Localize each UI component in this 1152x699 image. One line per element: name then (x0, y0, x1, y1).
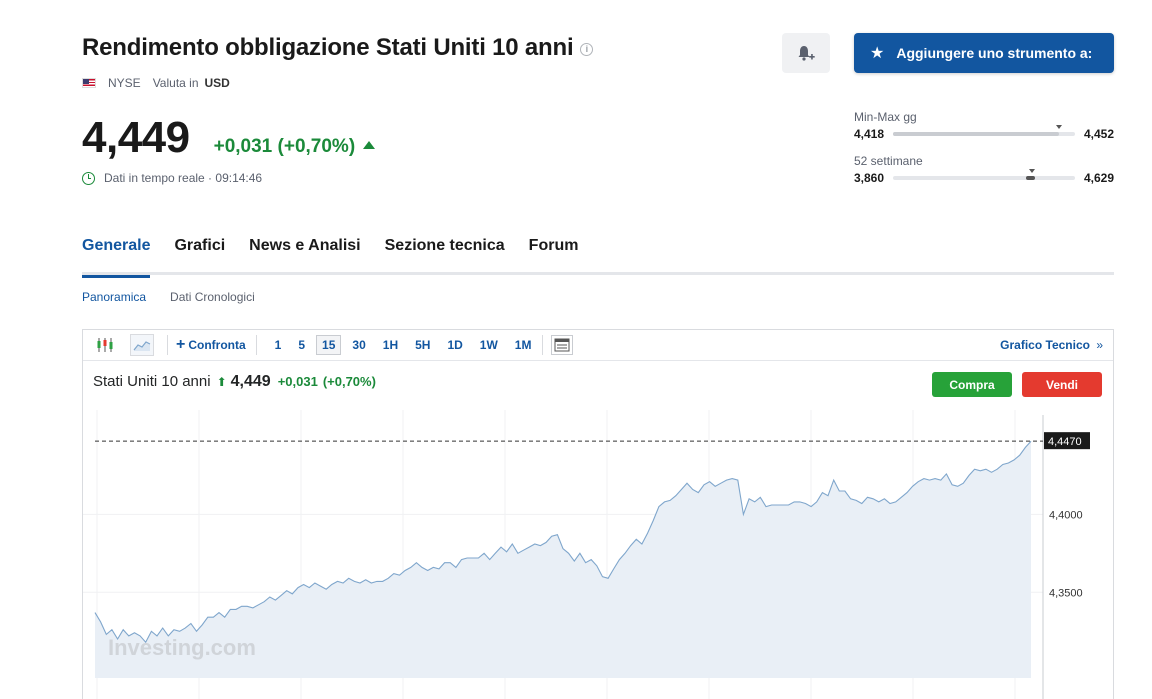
price-row: 4,449 +0,031 (+0,70%) (82, 113, 376, 163)
day-range-high: 4,452 (1083, 127, 1114, 141)
meta-row: NYSE Valuta in USD (82, 76, 230, 90)
period-5h[interactable]: 5H (409, 335, 436, 355)
price-chart[interactable]: Investing.com 4,4470 4,4000 4,3500 (83, 410, 1113, 699)
us-flag-icon (82, 78, 96, 88)
day-range-marker (1055, 125, 1062, 129)
instrument-change: +0,031 (277, 374, 318, 389)
title-row: Rendimento obbligazione Stati Uniti 10 a… (82, 34, 594, 62)
page-title: Rendimento obbligazione Stati Uniti 10 a… (82, 34, 574, 61)
table-view-icon[interactable] (551, 335, 574, 355)
currency-label: Valuta in (152, 76, 199, 90)
info-icon[interactable]: i (580, 42, 594, 56)
instrument-change-pct: (+0,70%) (322, 374, 376, 389)
add-to-watchlist-button[interactable]: ★ Aggiungere uno strumento a: (854, 33, 1114, 73)
tab-generale[interactable]: Generale (82, 237, 151, 278)
period-1m[interactable]: 1M (509, 335, 538, 355)
add-button-label: Aggiungere uno strumento a: (896, 45, 1093, 61)
week52-range-low: 3,860 (854, 171, 885, 185)
sell-button[interactable]: Vendi (1022, 372, 1102, 397)
week52-range-bar (893, 169, 1075, 180)
tab-news[interactable]: News e Analisi (249, 237, 360, 275)
day-range: Min-Max gg 4,418 4,452 (854, 110, 1114, 141)
tab-technical[interactable]: Sezione tecnica (385, 237, 505, 275)
instrument-name: Stati Uniti 10 anni (93, 373, 211, 390)
investing-watermark: Investing.com (108, 635, 256, 660)
subtab-historical[interactable]: Dati Cronologici (170, 290, 255, 304)
realtime-row: Dati in tempo reale · 09:14:46 (82, 171, 262, 185)
instrument-quote: Stati Uniti 10 anni ⬆ 4,449 +0,031 (+0,7… (93, 373, 376, 391)
star-icon: ★ (870, 45, 885, 62)
exchange-label: NYSE (108, 76, 141, 90)
technical-chart-link[interactable]: Grafico Tecnico » (1000, 338, 1103, 352)
chart-widget: + Confronta 1 5 15 30 1H 5H 1D 1W 1M Gra… (82, 329, 1114, 699)
instrument-price: 4,449 (230, 373, 271, 390)
realtime-time: 09:14:46 (215, 171, 263, 185)
candlestick-icon[interactable] (93, 334, 117, 356)
period-1[interactable]: 1 (269, 335, 288, 355)
alert-button[interactable] (782, 33, 830, 73)
main-tabs: Generale Grafici News e Analisi Sezione … (82, 237, 1114, 278)
price-change: +0,031 (+0,70%) (213, 136, 356, 157)
period-5[interactable]: 5 (292, 335, 311, 355)
subtab-overview[interactable]: Panoramica (82, 290, 146, 304)
up-arrow-icon (363, 141, 376, 149)
buy-button[interactable]: Compra (932, 372, 1012, 397)
currency-value: USD (204, 76, 230, 90)
realtime-label: Dati in tempo reale (104, 171, 205, 185)
period-30[interactable]: 30 (346, 335, 371, 355)
period-selector: 1 5 15 30 1H 5H 1D 1W 1M (269, 335, 543, 355)
day-range-bar (893, 125, 1075, 136)
compare-button[interactable]: + Confronta (176, 336, 246, 354)
current-price-label: 4,4470 (1048, 436, 1082, 448)
bell-plus-icon (798, 46, 815, 61)
day-range-label: Min-Max gg (854, 110, 917, 124)
chart-toolbar: + Confronta 1 5 15 30 1H 5H 1D 1W 1M Gra… (83, 330, 1113, 361)
week52-range-marker (1029, 169, 1036, 173)
day-range-low: 4,418 (854, 127, 885, 141)
sub-tabs: Panoramica Dati Cronologici (82, 290, 279, 304)
week52-range-high: 4,629 (1083, 171, 1114, 185)
double-chevron-icon: » (1096, 338, 1103, 352)
week52-range-label: 52 settimane (854, 154, 923, 168)
period-1w[interactable]: 1W (474, 335, 504, 355)
area-chart-icon[interactable] (130, 334, 154, 356)
period-1d[interactable]: 1D (441, 335, 468, 355)
up-arrow-icon: ⬆ (216, 375, 227, 389)
tab-forum[interactable]: Forum (529, 237, 579, 275)
plus-icon: + (176, 336, 186, 353)
week52-range: 52 settimane 3,860 4,629 (854, 154, 1114, 185)
clock-icon (82, 171, 95, 185)
tab-grafici[interactable]: Grafici (174, 237, 225, 275)
last-price: 4,449 (82, 113, 190, 162)
period-15[interactable]: 15 (316, 335, 342, 355)
separator-dot: · (204, 171, 216, 185)
period-1h[interactable]: 1H (377, 335, 404, 355)
y-tick-label: 4,3500 (1049, 587, 1083, 599)
compare-label: Confronta (188, 338, 246, 352)
y-tick-label: 4,4000 (1049, 509, 1083, 521)
